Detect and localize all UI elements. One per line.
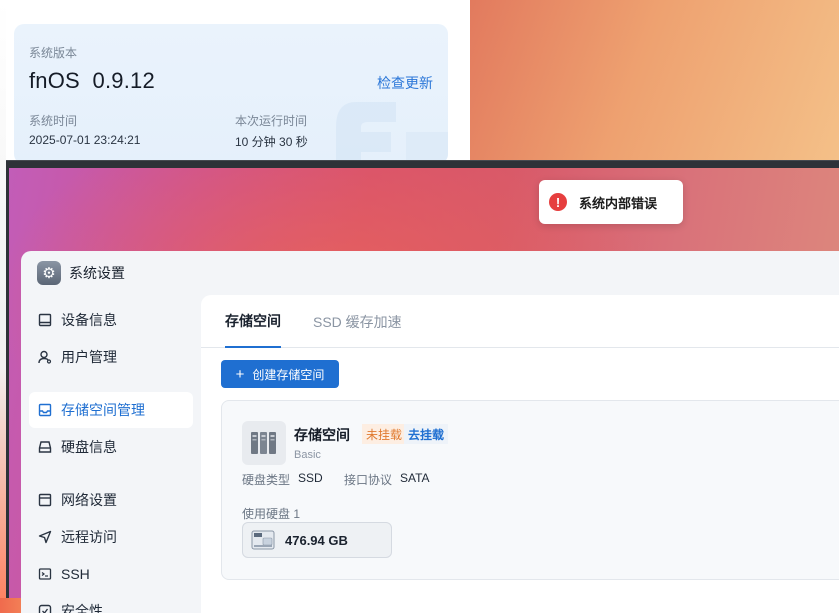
interface-value: SATA [400, 471, 430, 485]
remote-icon [37, 529, 53, 545]
interface-label: 接口协议 [344, 473, 393, 487]
tab-bar: 存储空间 SSD 缓存加速 [201, 295, 839, 348]
fnos-watermark-icon [336, 102, 448, 164]
ssd-icon [251, 530, 275, 550]
mount-link[interactable]: 去挂载 [404, 424, 449, 444]
sidebar-item-label: 存储空间管理 [61, 402, 145, 418]
user-icon [37, 349, 53, 365]
app-header: ⚙ 系统设置 [21, 251, 839, 295]
desktop-edge [0, 598, 21, 613]
sidebar-item-label: 远程访问 [61, 529, 117, 545]
sidebar-item-label: 网络设置 [61, 492, 117, 508]
sidebar-item-remote-access[interactable]: 远程访问 [29, 519, 193, 555]
network-icon [37, 492, 53, 508]
error-toast: ! 系统内部错误 [539, 180, 683, 224]
sidebar-item-label: 硬盘信息 [61, 439, 117, 455]
used-disks-label: 使用硬盘 1 [242, 507, 301, 521]
disk-icon [37, 439, 53, 455]
system-time-label: 系统时间 [29, 114, 78, 128]
sidebar-item-security[interactable]: 安全性 [29, 593, 193, 613]
error-icon: ! [549, 193, 567, 211]
disk-chip[interactable]: 476.94 GB [242, 522, 392, 558]
system-version-card: 系统版本 fnOS 0.9.12 检查更新 系统时间 2025-07-01 23… [14, 24, 448, 164]
tab-storage-space[interactable]: 存储空间 [225, 295, 281, 348]
tab-ssd-cache[interactable]: SSD 缓存加速 [313, 295, 402, 348]
sidebar-item-ssh[interactable]: SSH [29, 556, 193, 592]
version-value: fnOS 0.9.12 [29, 68, 155, 93]
unmounted-badge: 未挂载 [362, 424, 407, 444]
sidebar-item-label: 安全性 [61, 603, 103, 613]
toast-message: 系统内部错误 [579, 195, 658, 211]
create-storage-button[interactable]: + 创建存储空间 [221, 360, 339, 388]
storage-icon [37, 402, 53, 418]
sidebar-item-label: SSH [61, 566, 90, 582]
terminal-icon [37, 566, 53, 582]
sidebar-item-network-settings[interactable]: 网络设置 [29, 482, 193, 518]
create-storage-label: 创建存储空间 [252, 367, 325, 382]
storage-pool-level: Basic [294, 449, 321, 461]
disk-size: 476.94 GB [285, 532, 348, 548]
gear-icon: ⚙ [37, 261, 61, 285]
main-content: 存储空间 SSD 缓存加速 + 创建存储空间 存储空间 未挂载 去挂载 Basi… [201, 295, 839, 613]
sidebar-item-storage-management[interactable]: 存储空间管理 [29, 392, 193, 428]
sidebar-item-label: 用户管理 [61, 349, 117, 365]
plus-icon: + [235, 365, 245, 383]
device-icon [37, 312, 53, 328]
storage-pool-card[interactable]: 存储空间 未挂载 去挂载 Basic 硬盘类型 SSD 接口协议 SATA 使用… [221, 400, 839, 580]
sidebar-item-disk-info[interactable]: 硬盘信息 [29, 429, 193, 465]
disk-type-value: SSD [298, 471, 323, 485]
system-time-value: 2025-07-01 23:24:21 [29, 133, 141, 147]
sidebar-item-label: 设备信息 [61, 312, 117, 328]
sidebar-item-device-info[interactable]: 设备信息 [29, 302, 193, 338]
app-title: 系统设置 [69, 265, 125, 281]
sidebar-item-user-management[interactable]: 用户管理 [29, 339, 193, 375]
check-update-link[interactable]: 检查更新 [377, 73, 433, 93]
storage-pool-name: 存储空间 [294, 427, 350, 443]
storage-pool-icon [242, 421, 286, 465]
uptime-value: 10 分钟 30 秒 [235, 135, 308, 149]
disk-type-label: 硬盘类型 [242, 473, 291, 487]
uptime-label: 本次运行时间 [235, 114, 308, 128]
shield-icon [37, 603, 53, 613]
desktop-wallpaper [470, 0, 839, 160]
settings-app: ⚙ 系统设置 设备信息 用户管理 存储空间管理 硬盘信息 网络设置 远程访问 S… [21, 251, 839, 613]
sidebar: 设备信息 用户管理 存储空间管理 硬盘信息 网络设置 远程访问 SSH 安全性 [21, 295, 201, 613]
version-label: 系统版本 [29, 46, 78, 60]
